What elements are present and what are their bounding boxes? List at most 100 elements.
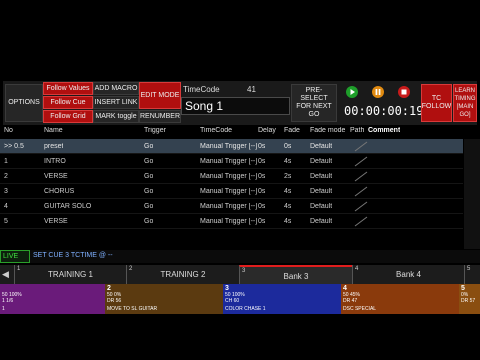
- cue-name: GUITAR SOLO: [44, 203, 92, 210]
- header-no: No: [4, 127, 13, 134]
- playback-fader-2[interactable]: 2 50 0% DR 56 MOVE TO SL GUITAR: [105, 284, 223, 314]
- fader-info: 1 1/6: [2, 298, 14, 304]
- follow-values-button[interactable]: Follow Values: [43, 82, 93, 95]
- pause-icon[interactable]: [372, 86, 384, 98]
- song-name-field[interactable]: Song 1: [181, 97, 290, 115]
- cue-timecode: Manual Trigger [--]: [200, 218, 258, 225]
- path-curve-icon: [354, 141, 368, 152]
- tab-label: Bank 3: [283, 272, 309, 281]
- path-curve-icon: [354, 186, 368, 197]
- cue-trigger: Go: [144, 203, 154, 210]
- tab-bank-5[interactable]: 5: [464, 265, 480, 284]
- cue-trigger: Go: [144, 173, 154, 180]
- cue-number: 1: [4, 158, 8, 165]
- path-curve-icon: [354, 201, 368, 212]
- header-delay: Delay: [258, 127, 276, 134]
- cue-trigger: Go: [144, 158, 154, 165]
- header-comment: Comment: [368, 127, 401, 134]
- table-row[interactable]: 4 GUITAR SOLO Go Manual Trigger [--] 0s …: [0, 199, 463, 214]
- tab-bank-3[interactable]: 3 Bank 3: [239, 265, 352, 284]
- timecode-panel: TimeCode 41 Song 1: [181, 84, 290, 122]
- bank-tabs: ◀ 1 TRAINING 1 2 TRAINING 2 3 Bank 3 4 B…: [0, 265, 480, 284]
- cue-fade-mode: Default: [310, 188, 333, 195]
- learn-timing-button[interactable]: LEARN TIMING [MAIN GO]: [453, 84, 477, 122]
- cue-delay: 0s: [258, 218, 266, 225]
- tab-bank-4[interactable]: 4 Bank 4: [352, 265, 464, 284]
- cue-fade: 4s: [284, 188, 292, 195]
- timecode-clock: 00:00:00:19: [344, 104, 424, 118]
- cue-fade: 4s: [284, 158, 292, 165]
- cue-fade-mode: Default: [310, 173, 333, 180]
- cue-fade: 2s: [284, 173, 292, 180]
- preselect-next-go-button[interactable]: PRE-SELECT FOR NEXT GO: [291, 84, 337, 122]
- cue-name: CHORUS: [44, 188, 75, 195]
- cue-number: 4: [4, 203, 8, 210]
- header-fade-mode: Fade mode: [310, 127, 346, 134]
- options-button[interactable]: OPTIONS: [5, 84, 43, 122]
- fader-info: CH 60: [225, 298, 240, 304]
- tab-label: TRAINING 2: [160, 270, 206, 279]
- cue-number: 3: [4, 188, 8, 195]
- cue-delay: 0s: [258, 173, 266, 180]
- playback-fader-4[interactable]: 4 50 45% DR 47 DSC SPECIAL: [341, 284, 459, 314]
- fader-number: 2: [107, 285, 111, 292]
- tab-training-2[interactable]: 2 TRAINING 2: [126, 265, 239, 284]
- bank-prev-button[interactable]: ◀: [0, 265, 14, 284]
- insert-link-button[interactable]: INSERT LINK: [93, 96, 139, 109]
- fader-info: DR 57: [461, 298, 476, 304]
- cue-timecode: Manual Trigger [--]: [200, 143, 258, 150]
- cue-trigger: Go: [144, 218, 154, 225]
- cue-name: VERSE: [44, 173, 68, 180]
- path-curve-icon: [354, 156, 368, 167]
- table-row[interactable]: 2 VERSE Go Manual Trigger [--] 0s 2s Def…: [0, 169, 463, 184]
- cue-name: VERSE: [44, 218, 68, 225]
- table-row[interactable]: 1 INTRO Go Manual Trigger [--] 0s 4s Def…: [0, 154, 463, 169]
- fader-number: 3: [225, 285, 229, 292]
- cue-fade-mode: Default: [310, 158, 333, 165]
- fader-name: MOVE TO SL GUITAR: [107, 306, 158, 312]
- playback-fader-1[interactable]: 50 100% 1 1/6 1: [0, 284, 105, 314]
- tc-follow-button[interactable]: TC FOLLOW: [421, 84, 452, 122]
- header-path: Path: [350, 127, 365, 134]
- timecode-label: TimeCode: [183, 85, 220, 94]
- cue-fade-mode: Default: [310, 143, 333, 150]
- live-mode-indicator[interactable]: LIVE: [0, 250, 30, 263]
- cue-trigger: Go: [144, 188, 154, 195]
- cue-trigger: Go: [144, 143, 154, 150]
- cue-table: >> 0.5 preset Go Manual Trigger [--] 0s …: [0, 139, 463, 239]
- cue-timecode: Manual Trigger [--]: [200, 203, 258, 210]
- tab-number: 5: [467, 266, 471, 272]
- playback-fader-3[interactable]: 3 50 100% CH 60 COLOR CHASE 1: [223, 284, 341, 314]
- mark-toggle-button[interactable]: MARK toggle: [93, 110, 139, 123]
- follow-cue-button[interactable]: Follow Cue: [43, 96, 93, 109]
- fader-info: DR 47: [343, 298, 358, 304]
- cue-table-header: No Name Trigger TimeCode Delay Fade Fade…: [0, 125, 480, 139]
- fader-name: 1: [2, 306, 5, 312]
- renumber-button[interactable]: RENUMBER: [139, 110, 181, 123]
- fader-number: 4: [343, 285, 347, 292]
- cue-number: 5: [4, 218, 8, 225]
- table-row[interactable]: 5 VERSE Go Manual Trigger [--] 0s 4s Def…: [0, 214, 463, 229]
- edit-mode-button[interactable]: EDIT MODE: [139, 82, 181, 109]
- cue-delay: 0s: [258, 143, 266, 150]
- cue-fade: 0s: [284, 143, 292, 150]
- header-fade: Fade: [284, 127, 300, 134]
- play-icon[interactable]: [346, 86, 358, 98]
- cue-timecode: Manual Trigger [--]: [200, 188, 258, 195]
- playback-fader-5[interactable]: 5 0% DR 57: [459, 284, 480, 314]
- record-icon[interactable]: [398, 86, 410, 98]
- table-row[interactable]: 3 CHORUS Go Manual Trigger [--] 0s 4s De…: [0, 184, 463, 199]
- table-row[interactable]: >> 0.5 preset Go Manual Trigger [--] 0s …: [0, 139, 463, 154]
- add-macro-button[interactable]: ADD MACRO: [93, 82, 139, 95]
- cue-fade-mode: Default: [310, 218, 333, 225]
- follow-grid-button[interactable]: Follow Grid: [43, 110, 93, 123]
- header-name: Name: [44, 127, 63, 134]
- tab-label: Bank 4: [396, 270, 421, 279]
- command-line[interactable]: LIVE SET CUE 3 TCTIME @ --: [0, 250, 480, 263]
- toolbar: OPTIONS Follow Values Follow Cue Follow …: [3, 81, 477, 125]
- fader-name: DSC SPECIAL: [343, 306, 377, 312]
- chevron-left-icon: ◀: [2, 269, 9, 279]
- table-scrollbar[interactable]: [464, 139, 480, 249]
- cue-number: >> 0.5: [4, 143, 24, 150]
- tab-training-1[interactable]: 1 TRAINING 1: [14, 265, 126, 284]
